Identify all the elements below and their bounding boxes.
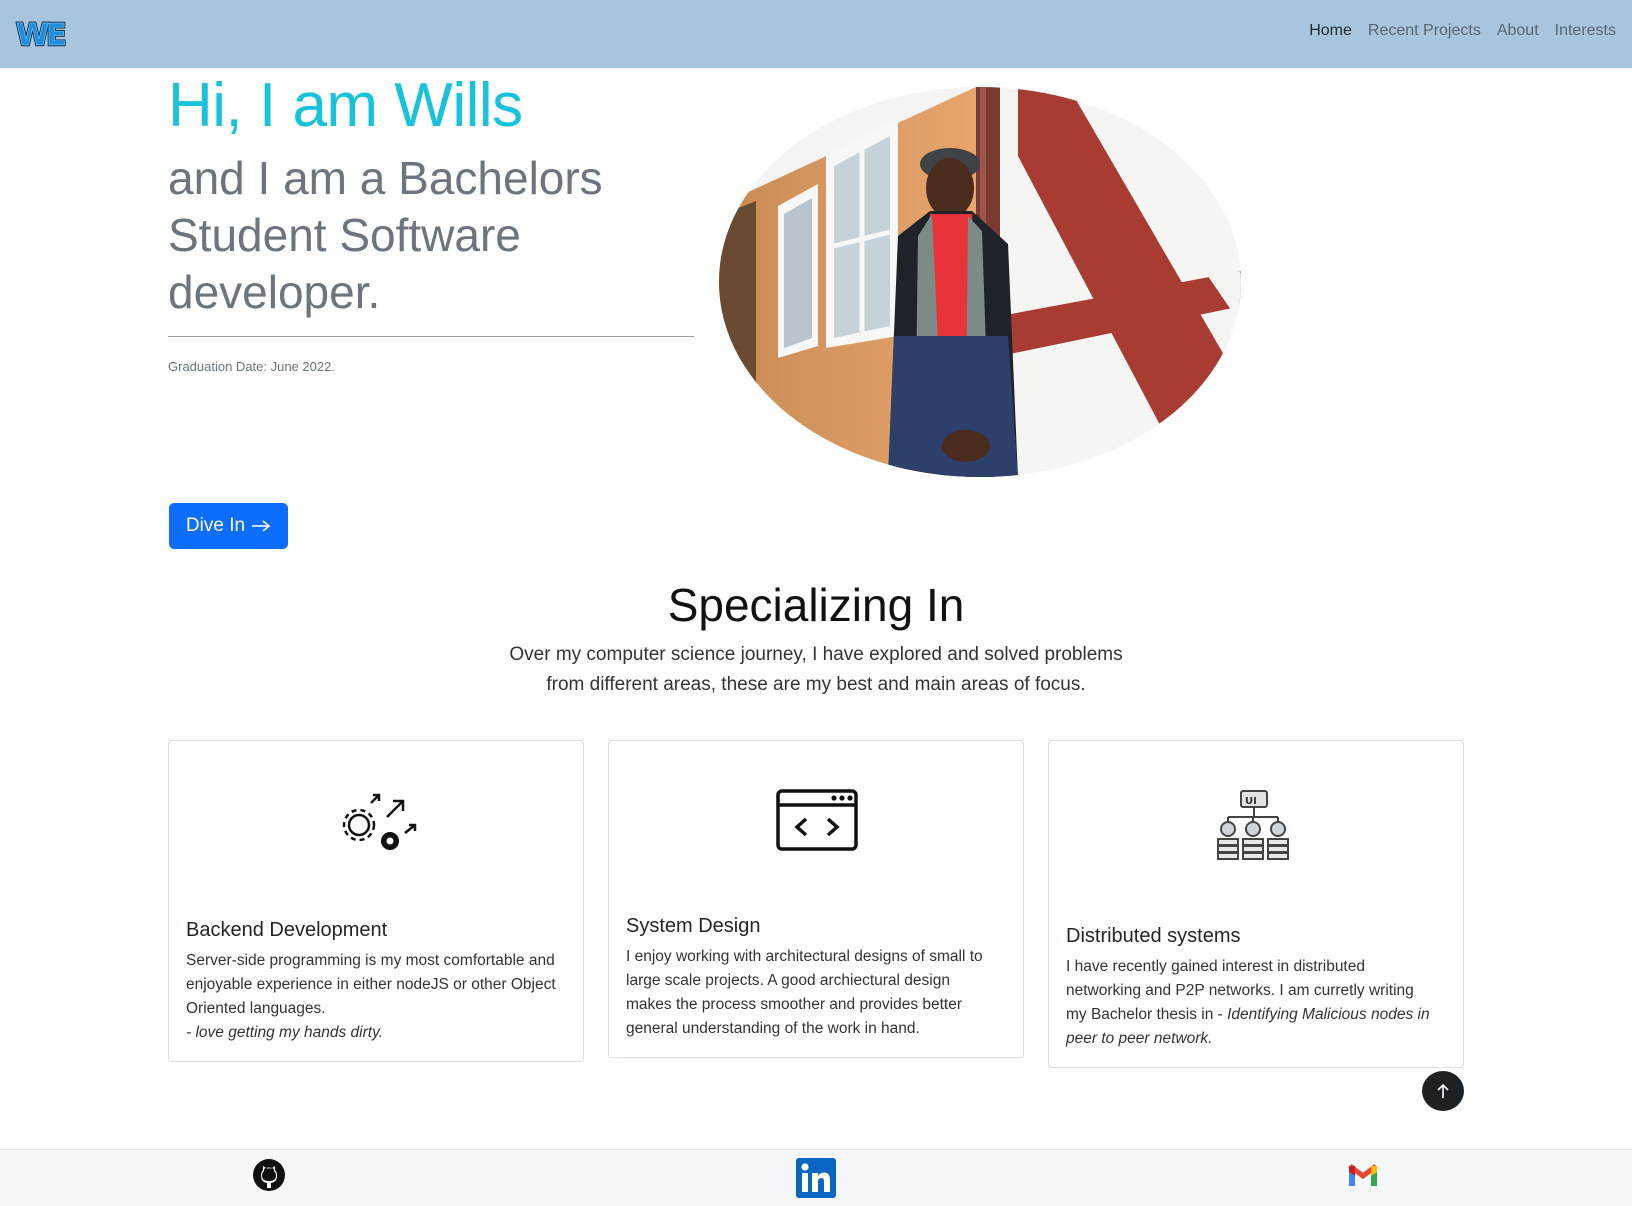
brand-logo[interactable]: WE WE (14, 14, 78, 54)
section-description: Over my computer science journey, I have… (466, 640, 1166, 700)
we-logo-icon: WE WE (15, 17, 69, 54)
svg-text:UI: UI (1245, 796, 1257, 807)
svg-text:WE: WE (16, 18, 65, 53)
dive-in-label: Dive In (185, 515, 246, 536)
portfolio-page: WE WE Home Recent Projects About Interes… (0, 0, 1632, 1206)
dive-in-button[interactable]: Dive In (169, 503, 288, 549)
nav-interests[interactable]: Interests (1555, 22, 1616, 40)
nav-links: Home Recent Projects About Interests (1309, 22, 1616, 40)
linkedin-icon[interactable] (796, 1158, 836, 1203)
card-system-design: System Design I enjoy working with archi… (608, 740, 1024, 1058)
hero-subtitle: and I am a Bachelors Student Software de… (168, 152, 603, 318)
ui-network-icon: UI (1216, 789, 1290, 866)
profile-photo-image (719, 87, 1241, 477)
section-title: Specializing In (667, 579, 965, 631)
nav-home[interactable]: Home (1309, 22, 1352, 40)
github-icon[interactable] (252, 1158, 286, 1197)
card-text: Server-side programming is my most comfo… (186, 949, 556, 1045)
section-description-line-1: Over my computer science journey, I have… (509, 644, 1123, 665)
hero-divider (168, 336, 694, 337)
card-text: I have recently gained interest in distr… (1066, 955, 1436, 1051)
card-text: I enjoy working with architectural desig… (626, 948, 983, 1037)
card-text-body: Server-side programming is my most comfo… (186, 952, 556, 1017)
scroll-to-top-button[interactable] (1422, 1071, 1464, 1111)
graduation-date: Graduation Date: June 2022. (168, 359, 335, 374)
card-backend-development: Backend Development Server-side programm… (168, 740, 584, 1062)
card-title: System Design (626, 915, 761, 937)
nav-about[interactable]: About (1497, 22, 1539, 40)
gmail-icon[interactable] (1348, 1163, 1378, 1192)
card-text-italic: - love getting my hands dirty. (186, 1024, 383, 1041)
profile-photo (718, 86, 1242, 478)
code-window-icon (776, 789, 858, 856)
navbar: WE WE Home Recent Projects About Interes… (0, 0, 1632, 68)
card-title: Distributed systems (1066, 925, 1241, 947)
nav-recent-projects[interactable]: Recent Projects (1368, 22, 1481, 40)
card-title: Backend Development (186, 919, 388, 941)
section-description-line-2: from different areas, these are my best … (546, 674, 1086, 695)
footer (0, 1149, 1632, 1206)
gears-arrows-icon (335, 789, 419, 864)
card-distributed-systems: UI Distributed systems I have recently g… (1048, 740, 1464, 1068)
hero-greeting: Hi, I am Wills (168, 71, 523, 140)
arrow-right-icon (252, 520, 271, 532)
arrow-up-icon (1437, 1083, 1449, 1098)
